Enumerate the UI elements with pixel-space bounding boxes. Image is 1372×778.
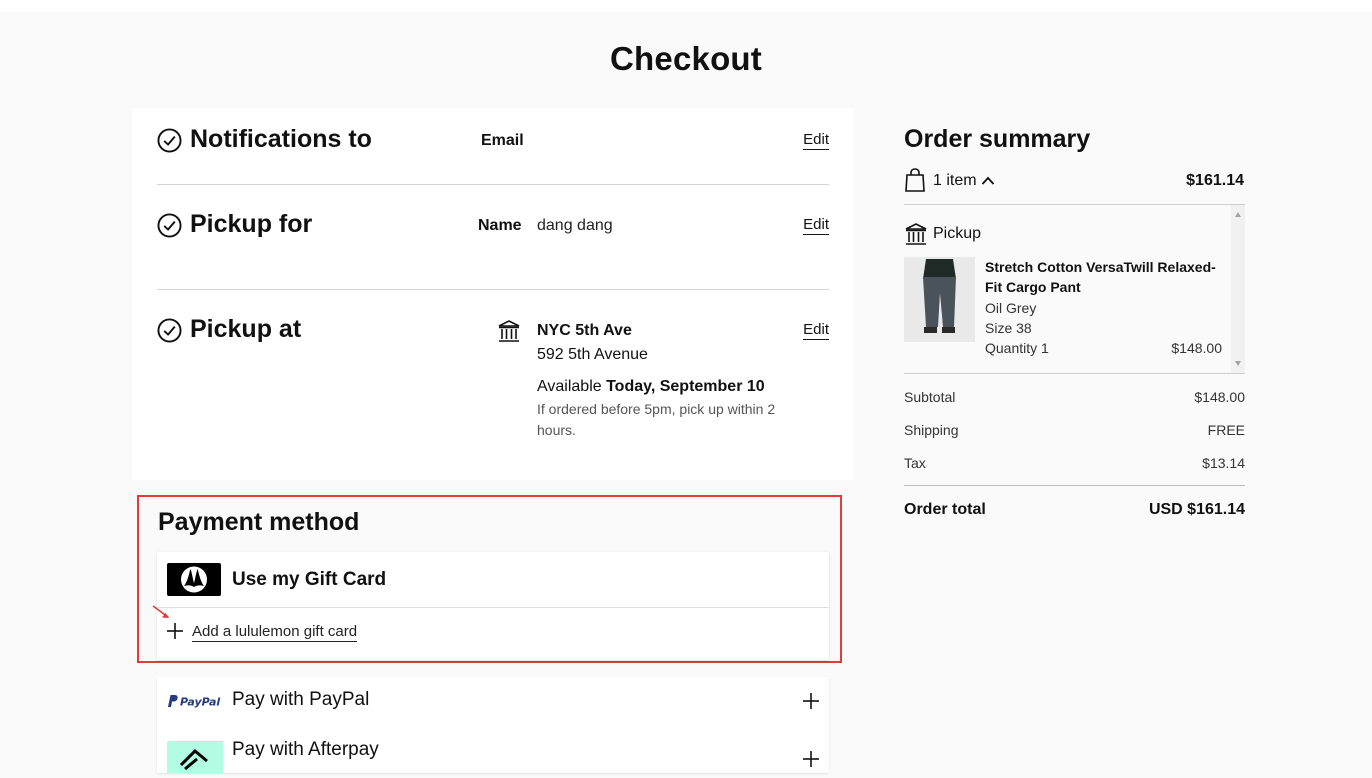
items-scroll-area[interactable]: Pickup Stretch Cotton VersaTwill Relaxed… (904, 205, 1245, 373)
product-name[interactable]: Stretch Cotton VersaTwill Relaxed-Fit Ca… (985, 257, 1230, 297)
availability-note: If ordered before 5pm, pick up within 2 … (537, 401, 776, 438)
availability-date: Today, September 10 (606, 378, 765, 395)
summary-total-top: $161.14 (1186, 172, 1244, 189)
scroll-down-arrow-icon[interactable] (1235, 361, 1241, 366)
add-gift-card-link[interactable]: Add a lululemon gift card (192, 622, 358, 642)
order-total-value: USD $161.14 (1148, 501, 1245, 518)
edit-pickup-for-link[interactable]: Edit (803, 216, 829, 235)
shopping-bag-icon (905, 168, 925, 192)
store-name: NYC 5th Ave (537, 322, 632, 339)
chevron-up-icon[interactable] (981, 175, 995, 187)
check-circle-icon (157, 318, 182, 343)
page-title: Checkout (610, 40, 762, 77)
divider (157, 607, 829, 608)
afterpay-option[interactable]: Pay with Afterpay (157, 725, 829, 773)
product-size: Size 38 (985, 320, 1032, 336)
store-icon (498, 320, 520, 342)
shipping-label: Shipping (904, 422, 959, 438)
notifications-section: Notifications to Email Edit (157, 125, 829, 157)
payment-title: Payment method (158, 508, 360, 536)
afterpay-label: Pay with Afterpay (232, 739, 379, 760)
store-icon (905, 223, 927, 245)
product-price: $148.00 (1171, 340, 1222, 356)
order-total-label: Order total (904, 501, 986, 518)
scroll-up-arrow-icon[interactable] (1235, 212, 1241, 217)
divider (157, 289, 829, 290)
expand-plus-icon[interactable] (803, 751, 819, 767)
order-summary-title: Order summary (904, 125, 1091, 153)
paypal-option[interactable]: PayPal Pay with PayPal (157, 677, 829, 725)
gift-card-option: Use my Gift Card Add a lululemon gift ca… (157, 552, 829, 660)
afterpay-logo-icon (167, 741, 223, 773)
pickup-at-section: Pickup at NYC 5th Ave 592 5th Avenue Ava… (157, 315, 829, 447)
paypal-label: Pay with PayPal (232, 689, 370, 710)
scrollbar[interactable] (1231, 205, 1245, 373)
expand-plus-icon[interactable] (803, 693, 819, 709)
email-label: Email (481, 132, 524, 149)
edit-notifications-link[interactable]: Edit (803, 131, 829, 150)
edit-pickup-at-link[interactable]: Edit (803, 321, 829, 340)
item-count-toggle[interactable]: 1 item (933, 172, 977, 190)
check-circle-icon (157, 213, 182, 238)
product-image[interactable] (904, 257, 975, 342)
shipping-value: FREE (1207, 422, 1245, 438)
availability-prefix: Available (537, 378, 602, 395)
pickup-at-title: Pickup at (190, 315, 302, 343)
availability: Available Today, September 10 (537, 378, 765, 396)
divider (904, 373, 1245, 374)
pickup-label: Pickup (933, 225, 982, 242)
paypal-logo-icon: PayPal (167, 693, 225, 709)
product-color: Oil Grey (985, 300, 1037, 316)
name-label: Name (478, 217, 522, 234)
plus-icon[interactable] (167, 623, 183, 639)
name-value: dang dang (537, 217, 613, 234)
tax-label: Tax (904, 455, 926, 471)
tax-value: $13.14 (1202, 455, 1245, 471)
divider (904, 485, 1245, 486)
lululemon-logo-icon (167, 563, 221, 596)
subtotal-value: $148.00 (1194, 389, 1245, 405)
pointer-arrow-icon (152, 605, 169, 618)
pickup-for-title: Pickup for (190, 210, 313, 238)
store-address: 592 5th Avenue (537, 346, 648, 363)
gift-card-title[interactable]: Use my Gift Card (232, 569, 386, 591)
pickup-for-section: Pickup for Name dang dang Edit (157, 210, 829, 242)
divider (157, 184, 829, 185)
paypal-logo-text: PayPal (180, 696, 220, 709)
subtotal-label: Subtotal (904, 389, 956, 405)
notifications-title: Notifications to (190, 125, 372, 153)
check-circle-icon (157, 128, 182, 153)
top-bar (0, 0, 1372, 12)
product-quantity: Quantity 1 (985, 340, 1049, 356)
